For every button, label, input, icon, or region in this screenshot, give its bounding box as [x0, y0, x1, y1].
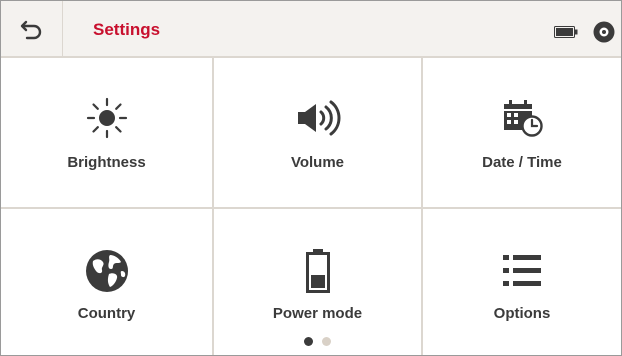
- battery-status-icon: [554, 26, 578, 38]
- tile-label: Options: [493, 305, 551, 322]
- calendar-clock-icon: [504, 100, 543, 137]
- tile-country[interactable]: Country: [1, 209, 212, 355]
- page-title: Settings: [93, 20, 161, 39]
- page-dot-active[interactable]: [304, 337, 313, 346]
- tile-brightness[interactable]: Brightness: [1, 58, 212, 207]
- header-bar: Settings: [1, 1, 621, 58]
- tile-label: Brightness: [67, 154, 146, 171]
- back-button[interactable]: [1, 1, 63, 56]
- speaker-icon: [297, 100, 340, 136]
- list-icon: [503, 255, 541, 286]
- grid-divider: [1, 207, 621, 209]
- back-arrow-icon: [20, 20, 41, 39]
- tile-date-time[interactable]: Date / Time: [423, 58, 621, 207]
- page-dot[interactable]: [322, 337, 331, 346]
- tile-label: Power mode: [272, 305, 363, 322]
- tile-volume[interactable]: Volume: [214, 58, 421, 207]
- page-indicator: [302, 337, 336, 349]
- tile-options[interactable]: Options: [423, 209, 621, 355]
- sun-icon: [86, 97, 127, 139]
- tile-power-mode[interactable]: Power mode: [214, 209, 421, 355]
- globe-icon: [85, 250, 128, 292]
- disc-icon[interactable]: [593, 21, 615, 43]
- settings-screen: Settings Brightness Volume Date / Time C…: [0, 0, 622, 356]
- tile-label: Volume: [290, 154, 345, 171]
- tile-label: Country: [77, 305, 136, 322]
- settings-grid: Brightness Volume Date / Time Country Po…: [1, 58, 621, 355]
- battery-icon: [305, 249, 330, 293]
- tile-label: Date / Time: [482, 154, 562, 171]
